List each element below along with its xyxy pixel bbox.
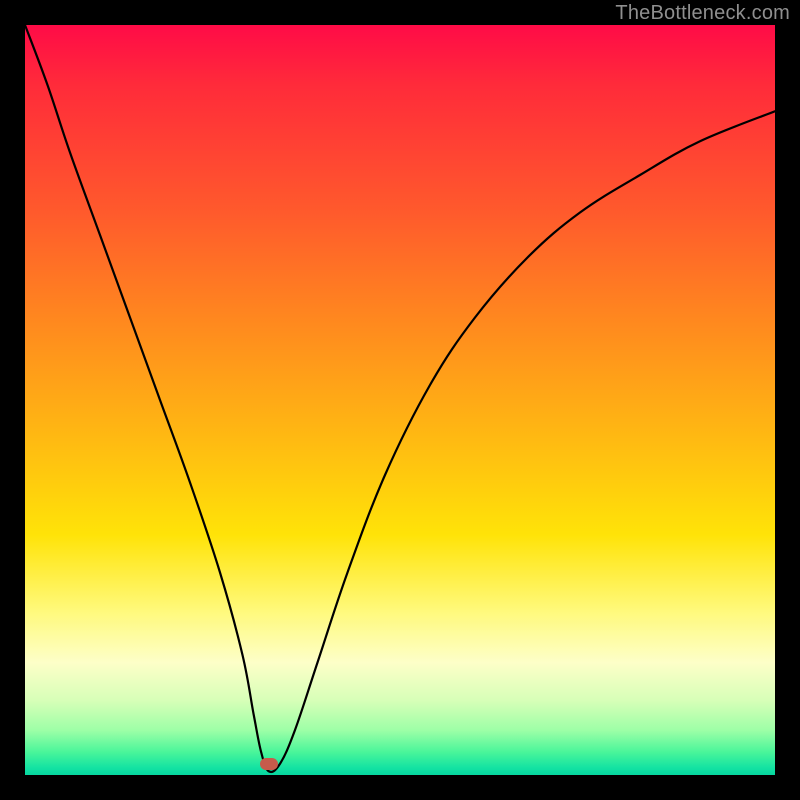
- plot-area: [25, 25, 775, 775]
- watermark-text: TheBottleneck.com: [615, 2, 790, 25]
- minimum-marker: [260, 758, 278, 770]
- chart-stage: TheBottleneck.com: [0, 0, 800, 800]
- bottleneck-curve: [25, 25, 775, 775]
